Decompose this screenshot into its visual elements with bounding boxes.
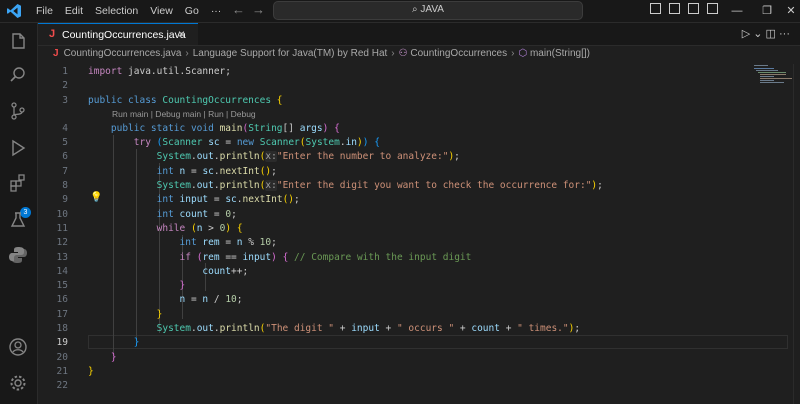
code-editor[interactable]: 💡 1 2 3 4 5 6 7 8 9 10 11 12 13 14 15 16… (38, 64, 800, 404)
code-line: } (156, 309, 163, 320)
breadcrumb-class[interactable]: CountingOccurrences (410, 48, 507, 59)
breadcrumb-method[interactable]: main(String[]) (530, 48, 590, 59)
toggle-secondary-sidebar-icon[interactable] (688, 3, 699, 14)
code-line: int rem = n % 10; (179, 237, 277, 248)
toggle-panel-icon[interactable] (669, 3, 680, 14)
minimize-button[interactable]: — (722, 0, 752, 22)
line-number: 17 (56, 309, 68, 320)
minimap-preview (754, 65, 792, 83)
code-line: int input = sc.nextInt(); (156, 194, 300, 205)
editor-tab-bar: J CountingOccurrences.java × (38, 23, 800, 46)
line-number: 22 (56, 380, 68, 391)
code-line: } (179, 280, 186, 291)
close-tab-icon[interactable]: × (178, 27, 185, 41)
menu-go[interactable]: Go (179, 5, 205, 17)
menu-file[interactable]: File (30, 5, 59, 17)
vertical-scrollbar[interactable] (793, 64, 800, 404)
source-control-icon[interactable] (8, 101, 28, 121)
line-number: 15 (56, 280, 68, 291)
line-number: 4 (62, 123, 68, 134)
line-number: 9 (62, 194, 68, 205)
vscode-logo-icon (7, 4, 21, 18)
command-center-search[interactable]: ⌕ JAVA (273, 1, 583, 20)
line-number: 5 (62, 137, 68, 148)
settings-gear-icon[interactable] (8, 373, 28, 393)
tab-countingoccurrences-java[interactable]: J CountingOccurrences.java × (38, 23, 198, 45)
code-line: System.out.println(x:"Enter the number t… (156, 151, 460, 162)
back-arrow-icon[interactable]: ← (232, 2, 245, 17)
title-bar: File Edit Selection View Go ··· ← → ⌕ JA… (0, 0, 800, 23)
java-file-icon: J (49, 28, 56, 40)
breadcrumb-file[interactable]: CountingOccurrences.java (64, 48, 182, 59)
code-line: } (133, 337, 140, 348)
line-number: 10 (56, 209, 68, 220)
class-symbol-icon: ⚇ (398, 48, 411, 59)
extensions-icon[interactable] (8, 173, 28, 193)
code-line: } (110, 352, 117, 363)
method-symbol-icon: ⬡ (518, 48, 530, 59)
code-line: public class CountingOccurrences { (88, 95, 283, 106)
activity-bar: 3 (0, 23, 38, 404)
code-line: while (n > 0) { (156, 223, 243, 234)
customize-layout-icon[interactable] (707, 3, 718, 14)
line-number: 2 (62, 80, 68, 91)
explorer-icon[interactable] (8, 31, 28, 51)
line-number: 6 (62, 151, 68, 162)
current-line-highlight (88, 335, 788, 349)
code-line: n = n / 10; (179, 294, 243, 305)
line-number: 13 (56, 252, 68, 263)
menu-more[interactable]: ··· (205, 5, 228, 17)
chevron-right-icon: › (511, 48, 515, 59)
menu-bar: File Edit Selection View Go ··· (30, 0, 227, 22)
line-number: 1 (62, 66, 68, 77)
breadcrumb-project[interactable]: Language Support for Java(TM) by Red Hat (193, 48, 388, 59)
line-number: 14 (56, 266, 68, 277)
code-line: import java.util.Scanner; (88, 66, 231, 77)
line-number: 18 (56, 323, 68, 334)
workspace-name: JAVA (420, 4, 444, 15)
minimap[interactable] (752, 64, 792, 94)
tab-label: CountingOccurrences.java (62, 29, 186, 41)
line-number: 12 (56, 237, 68, 248)
menu-selection[interactable]: Selection (89, 5, 144, 17)
close-button[interactable]: ✕ (776, 0, 800, 22)
code-line: int count = 0; (156, 209, 237, 220)
code-line: if (rem == input) { // Compare with the … (179, 252, 472, 263)
testing-icon[interactable] (8, 210, 28, 230)
line-number: 7 (62, 166, 68, 177)
toggle-primary-sidebar-icon[interactable] (650, 3, 661, 14)
code-line: public static void main(String[] args) { (110, 123, 340, 134)
breadcrumb: J CountingOccurrences.java › Language Suppo… (38, 48, 590, 64)
code-line: } (88, 366, 94, 377)
line-number: 20 (56, 352, 68, 363)
menu-edit[interactable]: Edit (59, 5, 89, 17)
code-line: int n = sc.nextInt(); (156, 166, 277, 177)
forward-arrow-icon[interactable]: → (252, 2, 265, 17)
codelens-run-debug[interactable]: Run main | Debug main | Run | Debug (112, 109, 256, 119)
chevron-right-icon: › (391, 48, 395, 59)
line-number-active: 19 (56, 337, 68, 348)
editor-actions[interactable]: ▷ ⌄ ◫ ··· (742, 27, 790, 40)
line-number: 8 (62, 180, 68, 191)
run-and-debug-icon[interactable] (8, 138, 28, 158)
code-line: System.out.println("The digit " + input … (156, 323, 581, 334)
code-line: count++; (202, 266, 249, 277)
java-file-icon: J (53, 48, 59, 59)
chevron-right-icon: › (185, 48, 189, 59)
code-line: try (Scanner sc = new Scanner(System.in)… (133, 137, 380, 148)
line-number: 3 (62, 95, 68, 106)
line-number: 16 (56, 294, 68, 305)
python-icon[interactable] (8, 245, 28, 265)
menu-view[interactable]: View (144, 5, 179, 17)
line-number: 11 (56, 223, 68, 234)
account-icon[interactable] (8, 337, 28, 357)
line-number: 21 (56, 366, 68, 377)
search-view-icon[interactable] (8, 65, 28, 85)
code-line: System.out.println(x:"Enter the digit yo… (156, 180, 603, 191)
